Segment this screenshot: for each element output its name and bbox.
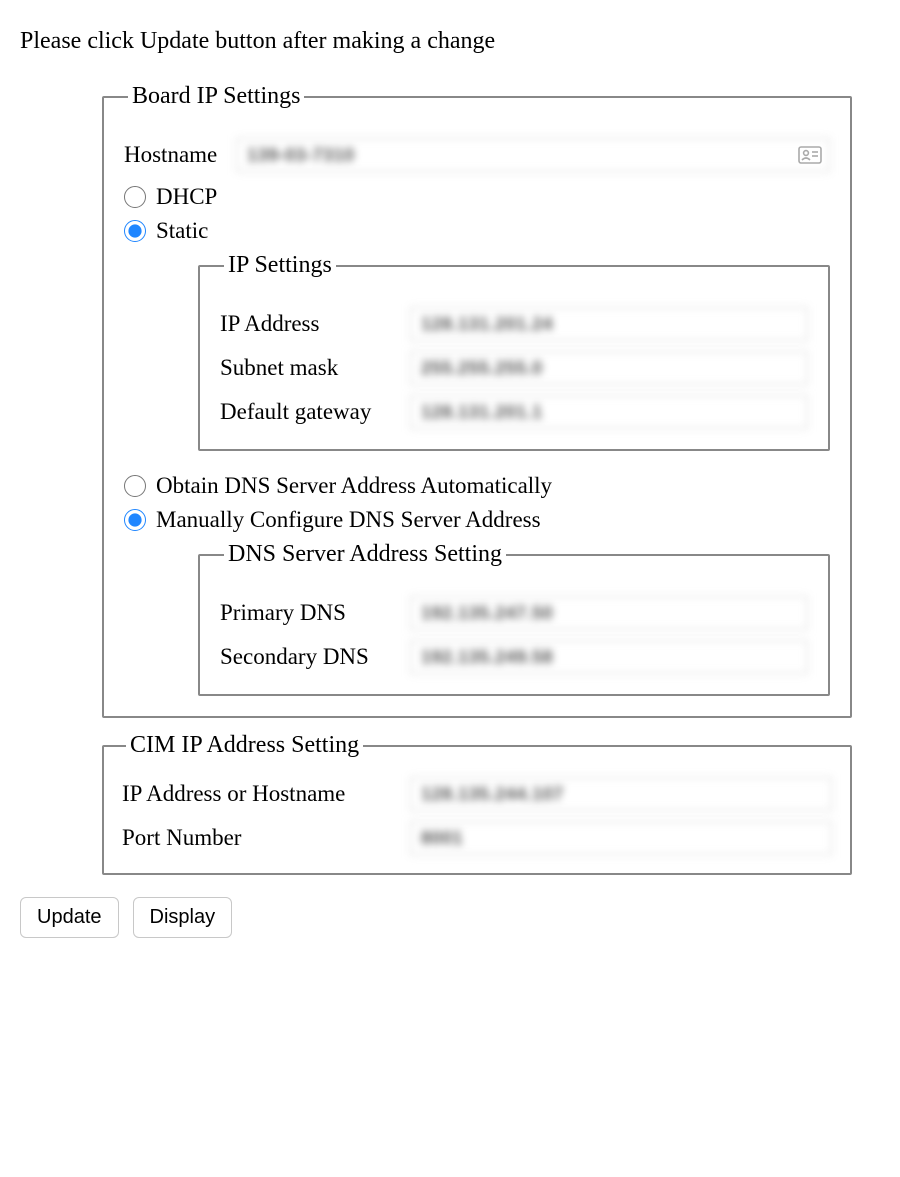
ip-address-label: IP Address xyxy=(220,311,410,337)
dns-auto-radio-row[interactable]: Obtain DNS Server Address Automatically xyxy=(124,473,830,499)
dhcp-radio[interactable] xyxy=(124,186,146,208)
secondary-dns-label: Secondary DNS xyxy=(220,644,410,670)
dhcp-radio-row[interactable]: DHCP xyxy=(124,184,830,210)
gateway-label: Default gateway xyxy=(220,399,410,425)
cim-ip-fieldset: CIM IP Address Setting IP Address or Hos… xyxy=(102,732,852,875)
dhcp-radio-label: DHCP xyxy=(156,184,217,210)
hostname-row: Hostname xyxy=(124,138,830,172)
gateway-row: Default gateway xyxy=(220,395,808,429)
ip-settings-legend: IP Settings xyxy=(224,252,336,279)
dns-settings-legend: DNS Server Address Setting xyxy=(224,541,506,568)
dns-auto-radio-label: Obtain DNS Server Address Automatically xyxy=(156,473,552,499)
board-ip-settings-legend: Board IP Settings xyxy=(128,83,304,110)
cim-port-row: Port Number xyxy=(122,821,832,855)
dns-manual-radio-row[interactable]: Manually Configure DNS Server Address xyxy=(124,507,830,533)
ip-address-row: IP Address xyxy=(220,307,808,341)
subnet-input[interactable] xyxy=(410,351,808,385)
ip-address-input[interactable] xyxy=(410,307,808,341)
board-ip-settings-fieldset: Board IP Settings Hostname DHCP Static I… xyxy=(102,83,852,718)
update-button[interactable]: Update xyxy=(20,897,119,938)
secondary-dns-input[interactable] xyxy=(410,640,808,674)
static-radio-label: Static xyxy=(156,218,208,244)
cim-port-input[interactable] xyxy=(410,821,832,855)
subnet-label: Subnet mask xyxy=(220,355,410,381)
instruction-text: Please click Update button after making … xyxy=(20,28,880,55)
dns-manual-radio[interactable] xyxy=(124,509,146,531)
primary-dns-label: Primary DNS xyxy=(220,600,410,626)
cim-ip-legend: CIM IP Address Setting xyxy=(126,732,363,759)
dns-auto-radio[interactable] xyxy=(124,475,146,497)
subnet-row: Subnet mask xyxy=(220,351,808,385)
dns-settings-fieldset: DNS Server Address Setting Primary DNS S… xyxy=(198,541,830,696)
dns-manual-radio-label: Manually Configure DNS Server Address xyxy=(156,507,541,533)
cim-port-label: Port Number xyxy=(122,825,410,851)
cim-host-label: IP Address or Hostname xyxy=(122,781,410,807)
hostname-input[interactable] xyxy=(236,138,830,172)
static-radio-row[interactable]: Static xyxy=(124,218,830,244)
cim-host-row: IP Address or Hostname xyxy=(122,777,832,811)
static-radio[interactable] xyxy=(124,220,146,242)
primary-dns-input[interactable] xyxy=(410,596,808,630)
ip-settings-fieldset: IP Settings IP Address Subnet mask Defau… xyxy=(198,252,830,451)
primary-dns-row: Primary DNS xyxy=(220,596,808,630)
cim-host-input[interactable] xyxy=(410,777,832,811)
display-button[interactable]: Display xyxy=(133,897,233,938)
button-bar: Update Display xyxy=(20,897,880,938)
secondary-dns-row: Secondary DNS xyxy=(220,640,808,674)
hostname-label: Hostname xyxy=(124,142,236,168)
gateway-input[interactable] xyxy=(410,395,808,429)
